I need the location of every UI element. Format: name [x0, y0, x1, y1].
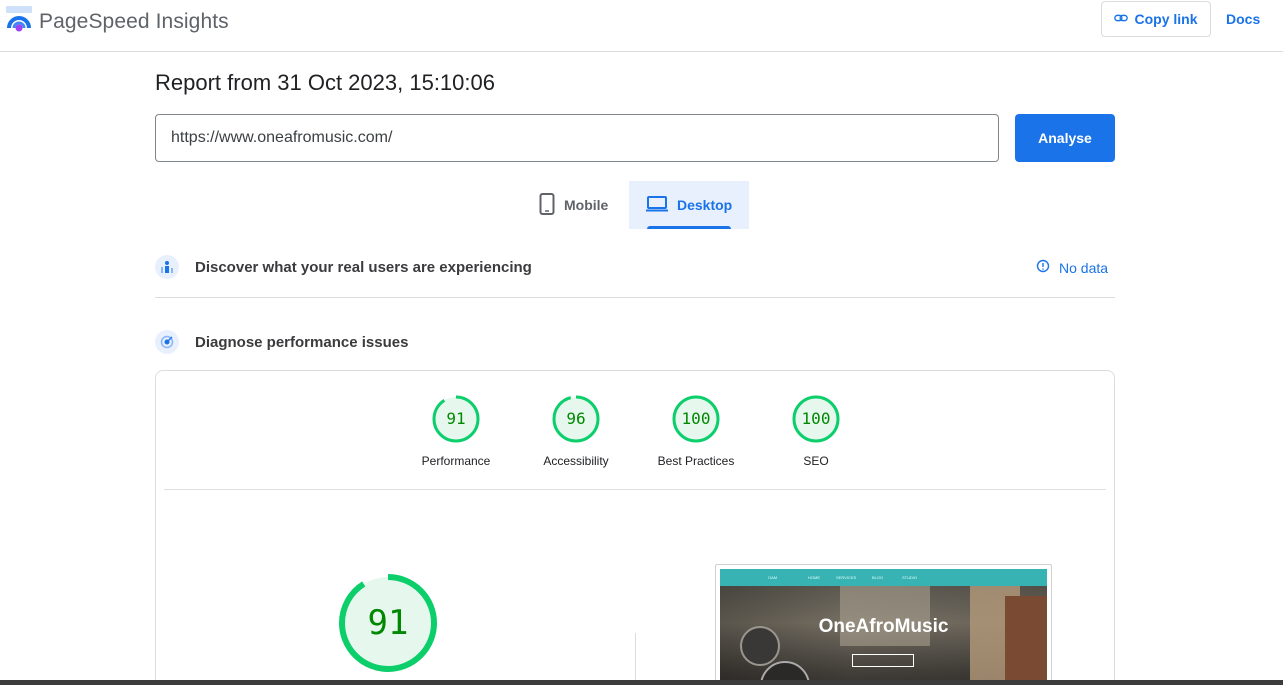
tab-desktop-label: Desktop: [677, 197, 733, 213]
page-screenshot: OAM HOME SERVICES BLOG STUDIO OneAfroMus…: [715, 564, 1052, 685]
score-label: SEO: [803, 454, 829, 468]
real-users-section[interactable]: Discover what your real users are experi…: [155, 255, 1115, 279]
report-title: Report from 31 Oct 2023, 15:10:06: [155, 70, 495, 95]
link-icon: [1114, 11, 1129, 28]
tab-selected-indicator: [647, 226, 731, 229]
screenshot-nav-item: STUDIO: [902, 575, 918, 580]
screenshot-image: OAM HOME SERVICES BLOG STUDIO OneAfroMus…: [720, 569, 1047, 685]
screenshot-site-title: OneAfroMusic: [818, 616, 949, 637]
diagnose-title: Diagnose performance issues: [195, 333, 409, 351]
users-chart-icon: [155, 255, 179, 279]
tab-mobile[interactable]: Mobile: [525, 181, 629, 229]
info-icon: [1036, 259, 1050, 276]
gauge-circle: 96: [552, 395, 600, 443]
section-divider: [155, 297, 1115, 298]
top-bar: PageSpeed Insights Copy link Docs: [0, 0, 1283, 52]
gauge-circle: 100: [672, 395, 720, 443]
card-divider: [164, 489, 1106, 490]
gauge-accessibility[interactable]: 96 Accessibility: [516, 395, 636, 468]
score-value: 100: [801, 409, 831, 428]
tab-desktop[interactable]: Desktop: [629, 181, 749, 229]
score-label: Accessibility: [543, 454, 609, 468]
screenshot-nav: OAM HOME SERVICES BLOG STUDIO: [720, 569, 1047, 586]
screenshot-nav-item: BLOG: [872, 575, 884, 580]
vertical-separator: [635, 633, 636, 685]
screenshot-nav-item: HOME: [808, 575, 820, 580]
gauge-circle: 100: [792, 395, 840, 443]
app-logo[interactable]: PageSpeed Insights: [6, 6, 229, 37]
copy-link-label: Copy link: [1134, 11, 1198, 27]
analyse-button[interactable]: Analyse: [1015, 114, 1115, 162]
score-value: 91: [446, 409, 466, 428]
tab-mobile-label: Mobile: [564, 197, 609, 213]
gauge-performance[interactable]: 91 Performance: [396, 395, 516, 468]
docs-link[interactable]: Docs: [1226, 11, 1260, 27]
score-label: Best Practices: [657, 454, 735, 468]
real-users-title: Discover what your real users are experi…: [195, 258, 532, 276]
gauge-seo[interactable]: 100 SEO: [756, 395, 876, 468]
score-label: Performance: [421, 454, 491, 468]
laptop-icon: [646, 195, 677, 215]
score-value: 96: [566, 409, 586, 428]
copy-link-button[interactable]: Copy link: [1101, 1, 1211, 37]
performance-main-gauge: 91: [338, 573, 438, 673]
gauge-circle: 91: [432, 395, 480, 443]
hero-door-dark: [1005, 596, 1047, 685]
pagespeed-logo-icon: [6, 6, 32, 37]
diagnose-section: Diagnose performance issues: [155, 330, 1115, 354]
bottom-scroll-bar: [0, 680, 1283, 685]
screenshot-nav-item: OAM: [768, 575, 778, 580]
target-icon: [155, 330, 179, 354]
app-title: PageSpeed Insights: [39, 9, 229, 33]
no-data-indicator[interactable]: No data: [1036, 259, 1108, 276]
no-data-label: No data: [1059, 259, 1109, 276]
screenshot-hero-button: [852, 654, 914, 667]
smartphone-icon: [539, 192, 564, 218]
scores-card: 91 Performance 96 Accessibility 100 Best…: [155, 370, 1115, 685]
screenshot-nav-item: SERVICES: [836, 575, 857, 580]
score-gauges: 91 Performance 96 Accessibility 100 Best…: [156, 371, 1114, 489]
score-value: 100: [681, 409, 711, 428]
gauge-best-practices[interactable]: 100 Best Practices: [636, 395, 756, 468]
main-score-value: 91: [367, 603, 409, 643]
url-input[interactable]: [155, 114, 999, 162]
screenshot-hero: OneAfroMusic: [720, 586, 1047, 685]
